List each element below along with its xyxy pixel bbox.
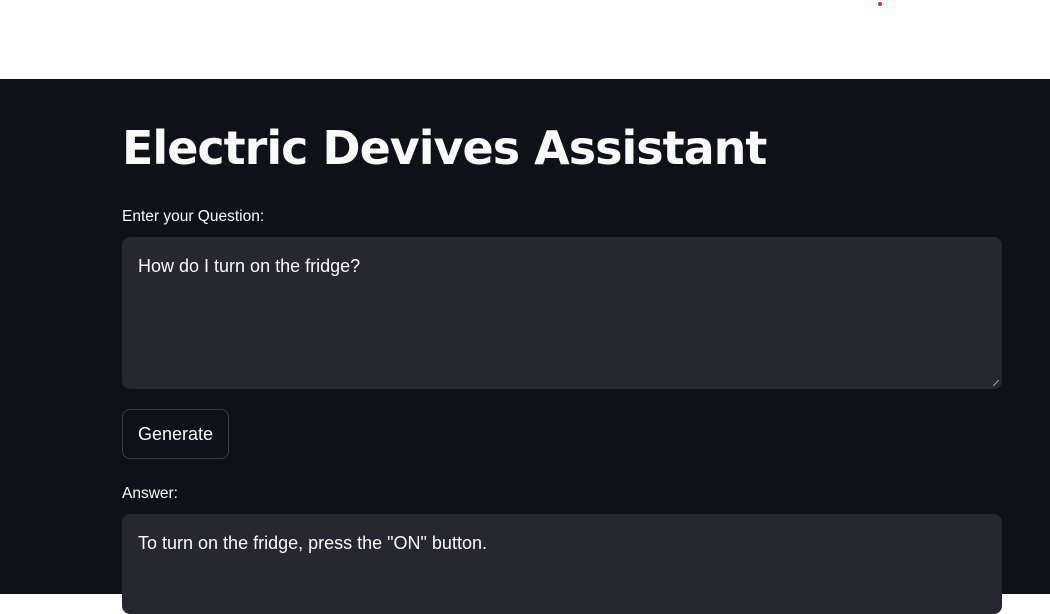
generate-button[interactable]: Generate bbox=[122, 409, 230, 459]
running-status-dot bbox=[878, 2, 882, 6]
resize-handle-icon[interactable] bbox=[993, 380, 999, 386]
question-input-value: How do I turn on the fridge? bbox=[138, 256, 361, 276]
main-content: Electric Devives Assistant Enter your Qu… bbox=[0, 79, 1050, 614]
question-input[interactable]: How do I turn on the fridge? bbox=[122, 237, 1002, 389]
answer-label: Answer: bbox=[122, 485, 178, 502]
answer-output-value: To turn on the fridge, press the "ON" bu… bbox=[138, 533, 487, 553]
page-title: Electric Devives Assistant bbox=[122, 121, 767, 175]
answer-output[interactable]: To turn on the fridge, press the "ON" bu… bbox=[122, 514, 1002, 614]
question-label: Enter your Question: bbox=[122, 208, 265, 225]
top-header-bar bbox=[0, 0, 1050, 79]
